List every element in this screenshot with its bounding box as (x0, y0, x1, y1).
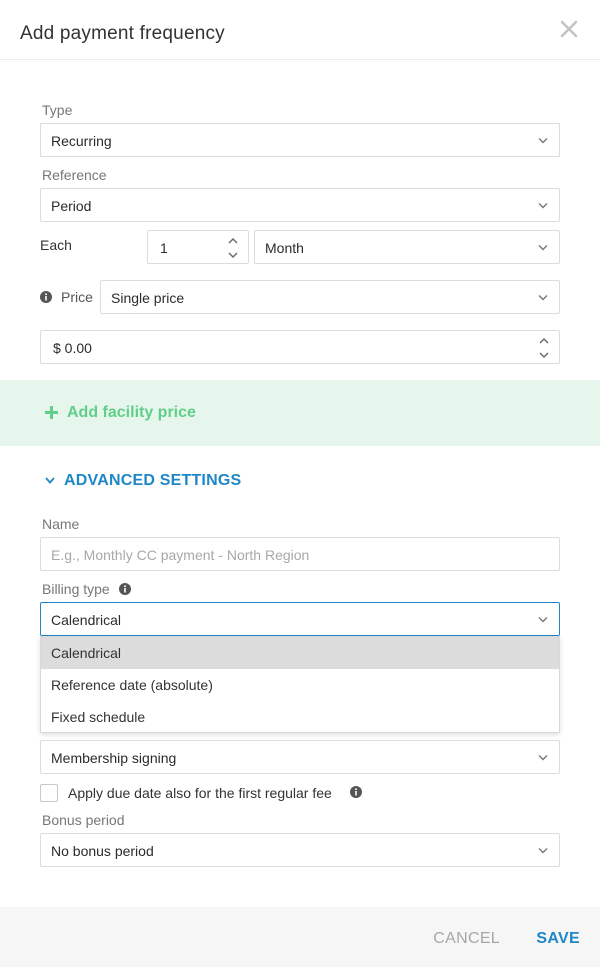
name-label: Name (42, 516, 80, 532)
due-reference-select[interactable]: Membership signing (40, 740, 560, 774)
chevron-down-icon (538, 245, 548, 251)
chevron-down-icon (538, 295, 548, 301)
cancel-button[interactable]: CANCEL (433, 930, 500, 948)
due-reference-value: Membership signing (51, 750, 177, 766)
price-amount-value: $ 0.00 (53, 340, 92, 356)
billing-type-dropdown: Calendrical Reference date (absolute) Fi… (40, 636, 560, 733)
each-count-input[interactable]: 1 (147, 230, 249, 264)
each-unit-value: Month (265, 240, 304, 256)
bonus-period-label: Bonus period (42, 812, 125, 828)
name-placeholder: E.g., Monthly CC payment - North Region (51, 547, 310, 563)
advanced-settings-label: ADVANCED SETTINGS (64, 472, 242, 489)
bonus-period-select[interactable]: No bonus period (40, 833, 560, 867)
dropdown-option[interactable]: Fixed schedule (41, 701, 559, 733)
each-unit-select[interactable]: Month (254, 230, 560, 264)
each-label: Each (40, 237, 72, 253)
price-label: Price (61, 289, 93, 305)
each-count-value: 1 (160, 240, 168, 256)
reference-value: Period (51, 198, 92, 214)
chevron-down-icon (538, 848, 548, 854)
name-input[interactable]: E.g., Monthly CC payment - North Region (40, 537, 560, 571)
info-icon[interactable] (40, 291, 52, 303)
price-mode-select[interactable]: Single price (100, 280, 560, 314)
chevron-down-icon (538, 138, 548, 144)
billing-type-select[interactable]: Calendrical (40, 602, 560, 636)
type-value: Recurring (51, 133, 112, 149)
dialog-title: Add payment frequency (20, 23, 225, 44)
reference-select[interactable]: Period (40, 188, 560, 222)
apply-due-date-checkbox[interactable] (40, 784, 58, 802)
type-select[interactable]: Recurring (40, 123, 560, 157)
add-facility-price-label: Add facility price (67, 404, 196, 421)
bonus-period-value: No bonus period (51, 843, 154, 859)
close-icon[interactable] (558, 18, 580, 40)
chevron-down-icon (538, 755, 548, 761)
price-mode-value: Single price (111, 290, 185, 306)
stepper-icon[interactable] (226, 235, 240, 261)
dropdown-option[interactable]: Reference date (absolute) (41, 669, 559, 701)
billing-type-label: Billing type (42, 581, 110, 597)
chevron-down-icon (538, 203, 548, 209)
type-label: Type (42, 102, 73, 118)
reference-label: Reference (42, 167, 107, 183)
chevron-down-icon (538, 617, 548, 623)
save-button[interactable]: SAVE (536, 930, 580, 948)
dialog-header: Add payment frequency (0, 0, 600, 60)
apply-due-date-label: Apply due date also for the first regula… (68, 785, 332, 801)
add-facility-price-button[interactable]: Add facility price (0, 380, 600, 446)
info-icon[interactable] (119, 583, 131, 595)
info-icon[interactable] (350, 786, 362, 798)
price-amount-input[interactable]: $ 0.00 (40, 330, 560, 364)
stepper-icon[interactable] (537, 335, 551, 361)
dropdown-option[interactable]: Calendrical (41, 637, 559, 669)
dialog-footer: CANCEL SAVE (0, 907, 600, 967)
chevron-down-icon (45, 477, 55, 484)
billing-type-value: Calendrical (51, 612, 122, 628)
plus-icon (45, 406, 58, 419)
